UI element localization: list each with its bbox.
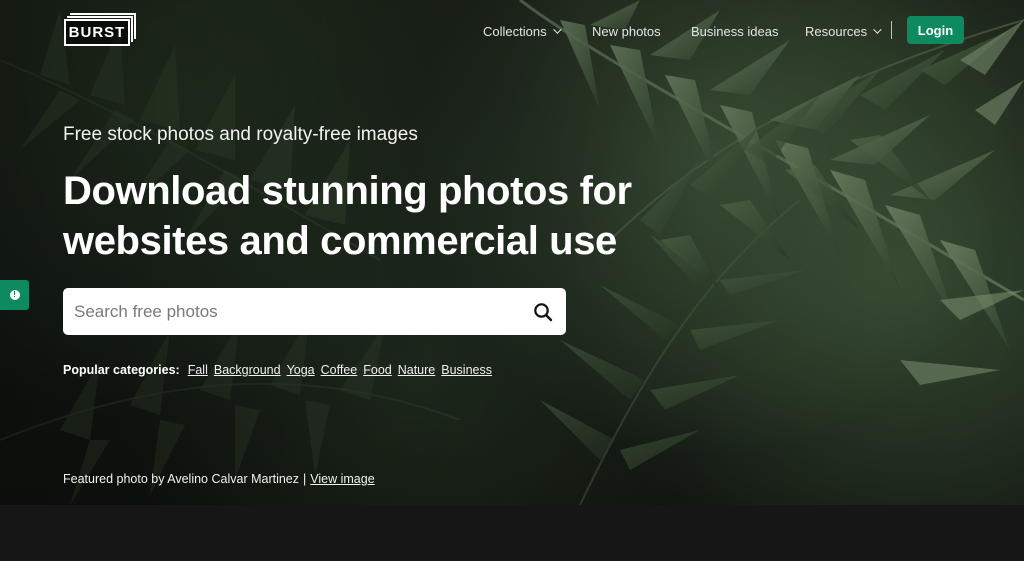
- page: BURST Collections New photos Business id…: [0, 0, 1024, 561]
- nav-item-label: Business ideas: [691, 23, 779, 39]
- category-link-yoga[interactable]: Yoga: [287, 363, 315, 377]
- search-icon: [534, 302, 553, 321]
- nav-item-label: New photos: [592, 23, 661, 39]
- hero-subtitle: Free stock photos and royalty-free image…: [63, 124, 418, 145]
- featured-photo-credit: Featured photo by Avelino Calvar Martine…: [63, 471, 375, 487]
- search-box: [63, 288, 566, 335]
- featured-separator: |: [303, 472, 307, 486]
- category-link-nature[interactable]: Nature: [398, 363, 436, 377]
- logo-text: BURST: [64, 19, 130, 46]
- category-link-business[interactable]: Business: [441, 363, 492, 377]
- chevron-down-icon: [873, 25, 882, 34]
- search-input[interactable]: [63, 288, 522, 335]
- nav-item-resources[interactable]: Resources: [805, 21, 882, 41]
- page-content-band: [0, 505, 1024, 561]
- site-header: BURST Collections New photos Business id…: [0, 0, 1024, 60]
- popular-categories: Popular categories: Fall Background Yoga…: [63, 361, 498, 379]
- nav-item-label: Collections: [483, 23, 547, 39]
- category-link-background[interactable]: Background: [214, 363, 281, 377]
- hero-title: Download stunning photos for websites an…: [63, 169, 632, 263]
- nav-item-new-photos[interactable]: New photos: [592, 21, 661, 41]
- category-link-fall[interactable]: Fall: [188, 363, 208, 377]
- nav-item-business-ideas[interactable]: Business ideas: [691, 21, 778, 41]
- nav-item-label: Resources: [805, 23, 868, 39]
- login-button[interactable]: Login: [907, 16, 964, 44]
- category-link-coffee[interactable]: Coffee: [321, 363, 358, 377]
- featured-credit-text: Featured photo by Avelino Calvar Martine…: [63, 472, 300, 486]
- category-link-food[interactable]: Food: [363, 363, 392, 377]
- feedback-tab[interactable]: !: [0, 280, 29, 310]
- burst-logo[interactable]: BURST: [63, 11, 137, 47]
- view-image-link[interactable]: View image: [310, 472, 374, 486]
- chevron-down-icon: [552, 25, 562, 34]
- nav-item-collections[interactable]: Collections: [483, 21, 562, 41]
- nav-divider: [891, 21, 892, 39]
- categories-label: Popular categories:: [63, 363, 180, 377]
- info-icon: !: [9, 290, 20, 300]
- search-button[interactable]: [522, 288, 564, 335]
